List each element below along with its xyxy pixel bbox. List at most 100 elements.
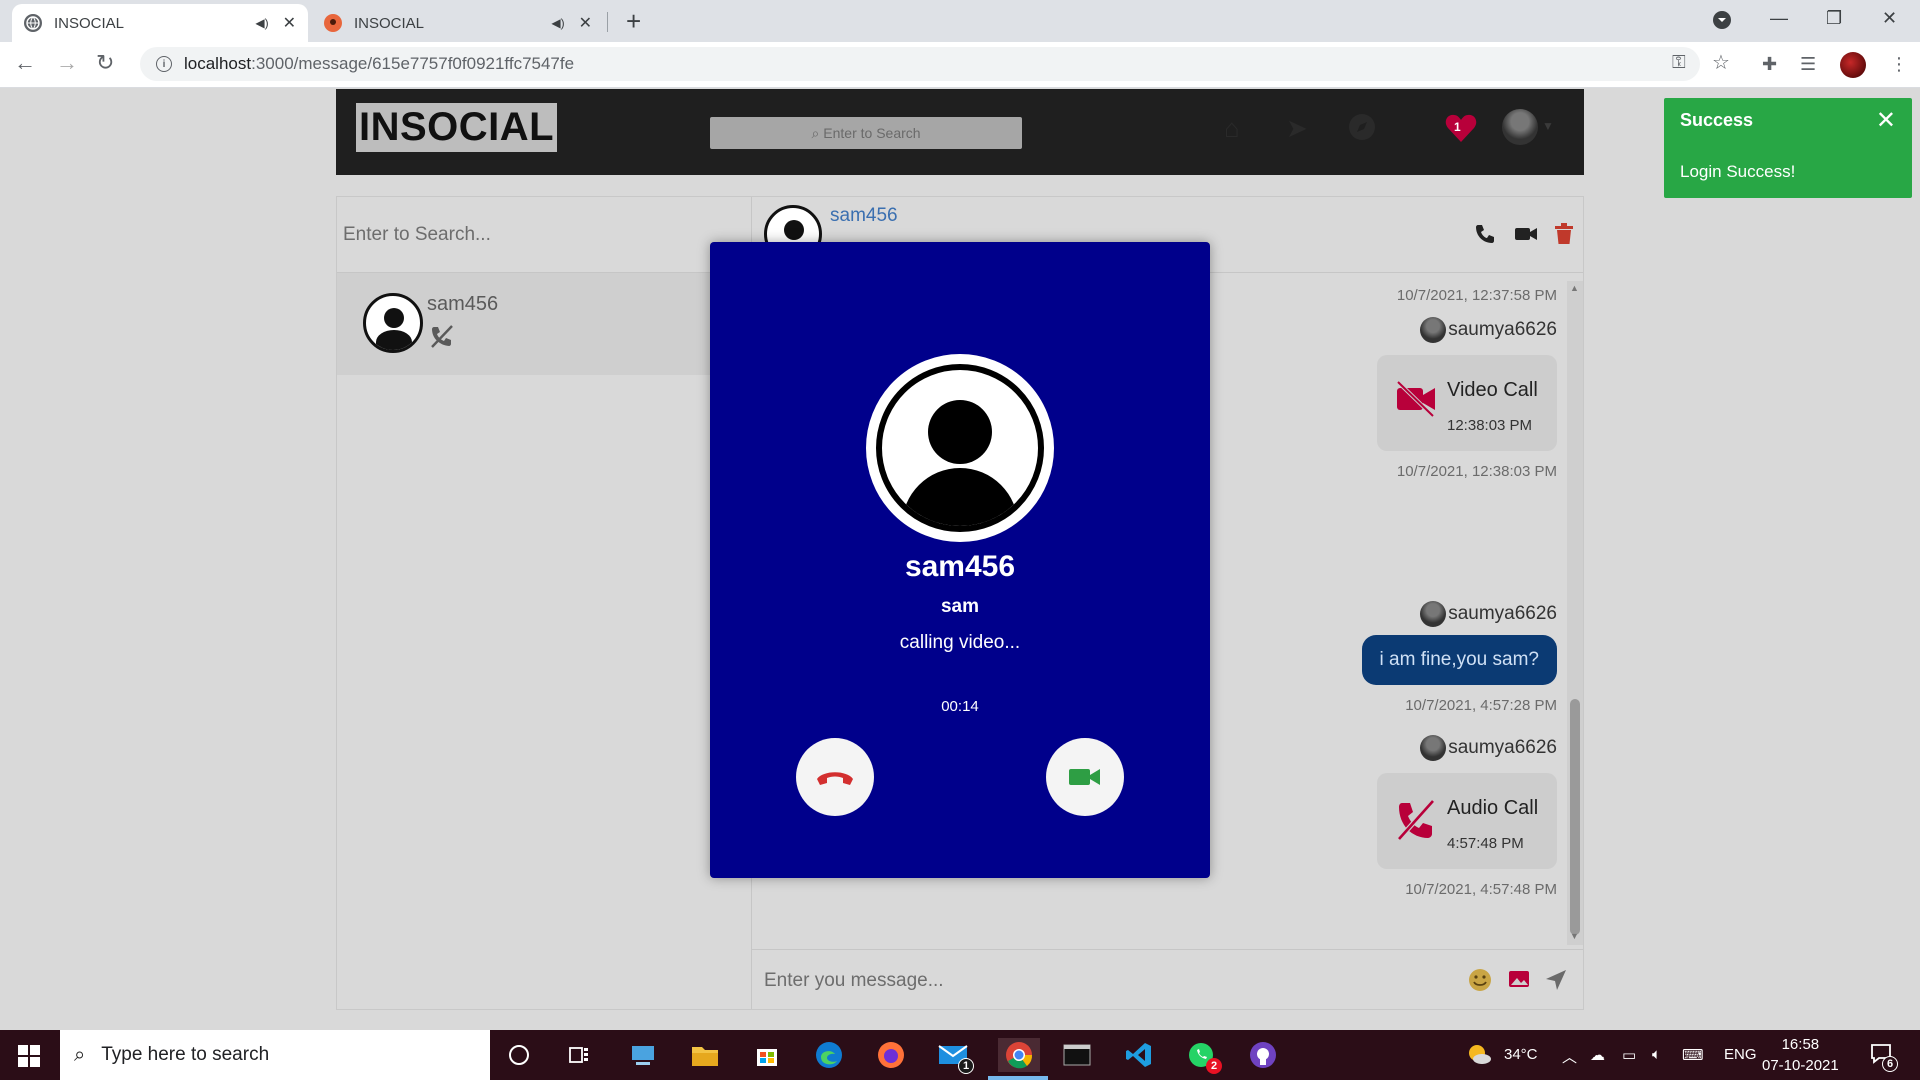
chrome-icon[interactable] (998, 1038, 1040, 1072)
conversation-name: sam456 (427, 293, 499, 315)
compass-icon[interactable] (1348, 113, 1376, 148)
forward-icon[interactable]: → (56, 50, 78, 76)
app-navbar: INSOCIAL ⌕ Enter to Search ⌂ ➤ 1 ▼ (336, 89, 1584, 175)
clock-time: 16:58 (1781, 1036, 1820, 1053)
system-clock[interactable]: 16:58 07-10-2021 (1762, 1034, 1839, 1076)
back-icon[interactable]: ← (14, 50, 36, 76)
address-bar[interactable]: i localhost:3000/message/615e7757f0f0921… (140, 47, 1700, 81)
phone-icon[interactable] (1474, 223, 1496, 251)
key-icon[interactable]: ⚿ (1672, 52, 1686, 73)
close-tab-icon[interactable]: ✕ (579, 13, 592, 33)
success-toast: Success ✕ Login Success! (1664, 98, 1912, 198)
call-time: 4:57:48 PM (1447, 835, 1524, 852)
tab-favicon-icon (324, 14, 342, 32)
store-icon[interactable] (750, 1038, 784, 1072)
scrollbar-thumb[interactable] (1570, 699, 1580, 935)
sender-name: saumya6626 (1448, 319, 1557, 340)
message-sender: saumya6626 (1420, 735, 1557, 761)
message-bubble[interactable]: i am fine,you sam? (1361, 635, 1557, 685)
missed-call-icon (1395, 797, 1435, 851)
onedrive-icon[interactable]: ☁ (1590, 1046, 1605, 1064)
speaker-icon[interactable]: ◀) (551, 16, 564, 30)
tab-title: INSOCIAL (354, 14, 425, 32)
image-icon[interactable] (1508, 968, 1530, 996)
close-tab-icon[interactable]: ✕ (283, 13, 296, 33)
weather-icon[interactable] (1466, 1042, 1492, 1070)
call-title: Audio Call (1447, 797, 1539, 819)
menu-kebab-icon[interactable]: ⋮ (1890, 54, 1908, 75)
windows-start-icon[interactable] (18, 1045, 40, 1067)
extensions-icon[interactable]: ✚ (1762, 54, 1777, 75)
desktop-app-icon[interactable] (626, 1038, 660, 1072)
taskbar-search-placeholder: Type here to search (101, 1044, 270, 1065)
search-icon: ⌕ (74, 1043, 86, 1066)
caller-avatar (866, 354, 1054, 542)
tab-search-icon[interactable] (1712, 10, 1732, 35)
github-icon[interactable] (1246, 1038, 1280, 1072)
weather-temperature[interactable]: 34°C (1504, 1046, 1538, 1063)
user-avatar[interactable] (1502, 109, 1538, 145)
chevron-down-icon[interactable]: ▼ (1542, 119, 1554, 133)
firefox-icon[interactable] (874, 1038, 908, 1072)
scroll-up-icon[interactable]: ▲ (1570, 283, 1579, 293)
browser-tab-active[interactable]: INSOCIAL ◀) ✕ (12, 4, 308, 42)
scrollbar[interactable]: ▲ ▼ (1567, 281, 1583, 945)
app-logo[interactable]: INSOCIAL (356, 103, 558, 152)
keyboard-icon[interactable]: ⌨ (1682, 1046, 1704, 1064)
video-icon[interactable] (1514, 223, 1538, 251)
volume-icon[interactable]: 🔈︎ (1652, 1046, 1661, 1063)
windows-taskbar: ⌕ Type here to search 1 2 34°C ︿ ☁ ▭ 🔈︎ … (0, 1030, 1920, 1080)
edge-icon[interactable] (812, 1038, 846, 1072)
accept-video-call-button[interactable] (1046, 738, 1124, 816)
sender-avatar (1420, 601, 1447, 627)
notification-center-icon[interactable]: 6 (1870, 1042, 1898, 1072)
conversation-search-input[interactable]: Enter to Search... (337, 197, 751, 273)
missed-call-icon (429, 323, 455, 355)
vscode-icon[interactable] (1122, 1038, 1156, 1072)
close-icon[interactable]: ✕ (1876, 106, 1896, 135)
emoji-icon[interactable] (1468, 968, 1492, 998)
active-app-indicator (988, 1076, 1048, 1080)
call-status: calling video... (899, 632, 1021, 653)
input-language[interactable]: ENG (1724, 1046, 1757, 1063)
caller-name: sam456 (904, 550, 1016, 583)
new-tab-button[interactable]: + (626, 8, 641, 34)
reload-icon[interactable]: ↻ (96, 50, 114, 76)
notifications-heart-icon[interactable]: 1 (1444, 111, 1478, 145)
avatar (363, 293, 423, 353)
sender-name: saumya6626 (1448, 603, 1557, 624)
notification-center-badge: 6 (1882, 1056, 1898, 1072)
message-timestamp: 10/7/2021, 12:37:58 PM (1396, 287, 1557, 304)
minimize-icon[interactable]: — (1770, 8, 1788, 29)
delete-trash-icon[interactable] (1554, 223, 1574, 251)
show-hidden-icons-icon[interactable]: ︿ (1562, 1046, 1577, 1067)
whatsapp-icon[interactable]: 2 (1184, 1038, 1222, 1074)
scroll-down-icon[interactable]: ▼ (1570, 931, 1579, 941)
call-time: 12:38:03 PM (1447, 417, 1533, 434)
cortana-icon[interactable] (502, 1038, 536, 1072)
taskbar-search-input[interactable]: ⌕ Type here to search (60, 1030, 490, 1080)
home-icon[interactable]: ⌂ (1224, 113, 1240, 144)
speaker-icon[interactable]: ◀) (255, 16, 268, 30)
browser-tab[interactable]: INSOCIAL ◀) ✕ (312, 4, 604, 42)
send-message-icon[interactable] (1544, 968, 1568, 998)
contact-name[interactable]: sam456 (830, 205, 898, 227)
close-window-icon[interactable]: ✕ (1882, 8, 1897, 29)
restore-icon[interactable]: ❐ (1826, 8, 1842, 29)
file-explorer-icon[interactable] (688, 1038, 722, 1072)
nav-search-input[interactable]: ⌕ Enter to Search (710, 117, 1022, 149)
terminal-icon[interactable] (1060, 1038, 1094, 1072)
site-info-icon[interactable]: i (156, 56, 172, 72)
mail-icon[interactable]: 1 (936, 1038, 974, 1074)
message-sender: saumya6626 (1420, 601, 1557, 627)
conversation-item[interactable]: sam456 (337, 273, 751, 375)
sender-name: saumya6626 (1448, 737, 1557, 758)
bookmark-star-icon[interactable]: ☆ (1712, 50, 1730, 75)
decline-call-button[interactable] (796, 738, 874, 816)
task-view-icon[interactable] (562, 1038, 596, 1072)
battery-icon[interactable]: ▭ (1622, 1046, 1636, 1064)
message-input[interactable]: Enter you message... (764, 970, 944, 992)
send-icon[interactable]: ➤ (1286, 113, 1308, 144)
profile-avatar[interactable] (1840, 52, 1866, 78)
media-control-icon[interactable]: ☰ (1800, 54, 1816, 75)
